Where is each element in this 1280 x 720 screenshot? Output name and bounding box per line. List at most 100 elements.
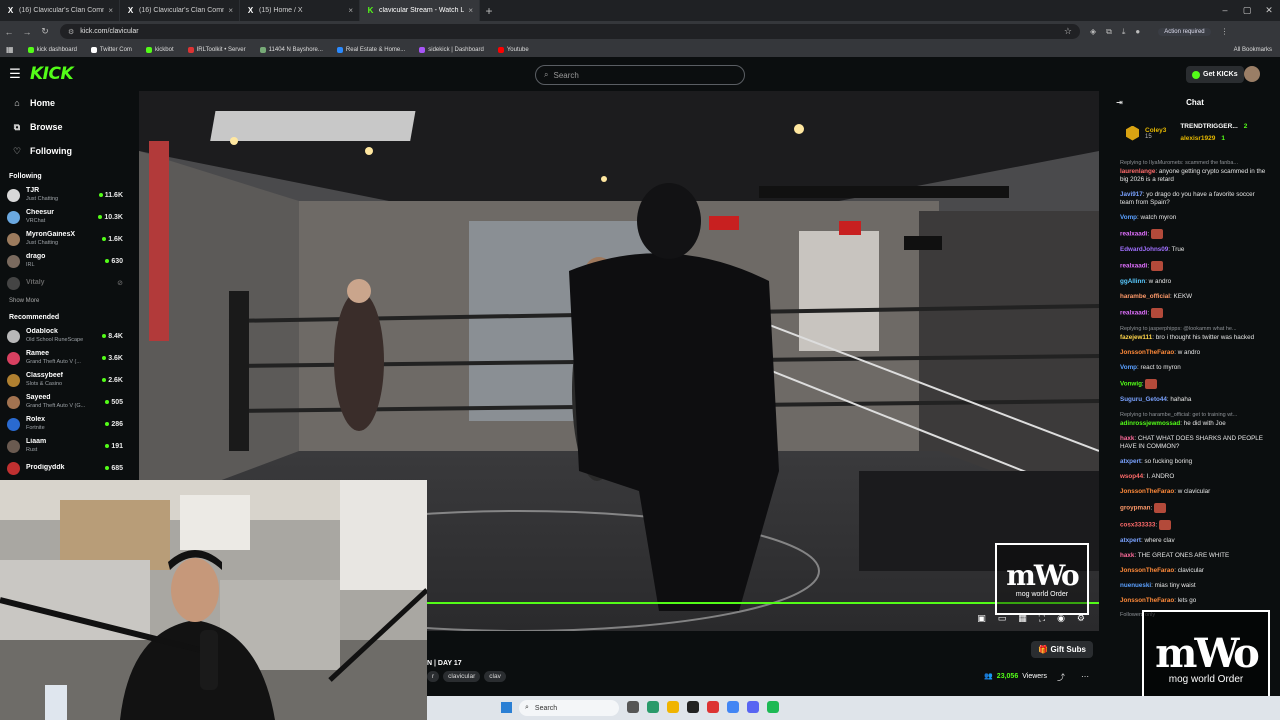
chat-username[interactable]: JonssonTheFarao bbox=[1120, 349, 1174, 356]
show-more-link[interactable]: Show More bbox=[0, 298, 130, 304]
apps-grid-icon[interactable]: ▦ bbox=[6, 45, 14, 54]
close-tab-icon[interactable]: × bbox=[348, 6, 353, 15]
back-icon[interactable]: ← bbox=[0, 27, 18, 37]
sidebar-channel[interactable]: drago IRL 630 bbox=[0, 250, 130, 272]
reload-icon[interactable]: ↻ bbox=[36, 26, 54, 37]
url-bar[interactable]: ⚙ kick.com/clavicular ☆ bbox=[60, 24, 1080, 39]
browser-tab[interactable]: X (16) Clavicular's Clan Communi × bbox=[0, 0, 120, 21]
chat-username[interactable]: realxaadi bbox=[1120, 263, 1147, 270]
menu-icon[interactable]: ☰ bbox=[0, 66, 30, 82]
chat-username[interactable]: atxpert bbox=[1120, 537, 1141, 544]
pip-icon[interactable]: ▣ bbox=[977, 613, 986, 624]
bookmark-item[interactable]: IRLToolkit • Server bbox=[187, 46, 246, 53]
chat-username[interactable]: cosx333333 bbox=[1120, 522, 1155, 529]
close-tab-icon[interactable]: × bbox=[468, 6, 473, 15]
file-explorer-icon[interactable] bbox=[667, 701, 679, 713]
chat-username[interactable]: fazejew111 bbox=[1120, 334, 1152, 341]
app-icon-1[interactable] bbox=[647, 701, 659, 713]
sidebar-channel[interactable]: Cheesur VRChat 10.3K bbox=[0, 206, 130, 228]
forward-icon[interactable]: → bbox=[18, 27, 36, 37]
sidebar-nav-following[interactable]: ♡ Following bbox=[0, 139, 130, 163]
stream-tag[interactable]: clavicular bbox=[443, 671, 481, 682]
chat-username[interactable]: laurenlange bbox=[1120, 168, 1155, 175]
site-info-icon[interactable]: ⚙ bbox=[68, 28, 74, 36]
sidebar-channel[interactable]: TJR Just Chatting 11.6K bbox=[0, 184, 130, 206]
chat-username[interactable]: JonssonTheFarao bbox=[1120, 597, 1174, 604]
chat-username[interactable]: JonssonTheFarao bbox=[1120, 567, 1174, 574]
chat-username[interactable]: EdwardJohns09 bbox=[1120, 246, 1168, 253]
sidebar-channel[interactable]: Rolex Fortnite 286 bbox=[0, 413, 130, 435]
chat-leaderboard[interactable]: Coley3 15 TRENDTRIGGER... 2 alexisr1929 1 bbox=[1110, 113, 1280, 153]
task-view-icon[interactable] bbox=[627, 701, 639, 713]
app-icon-3[interactable] bbox=[707, 701, 719, 713]
sidebar-channel[interactable]: Classybeef Slots & Casino 2.6K bbox=[0, 369, 130, 391]
profile-icon[interactable]: ● bbox=[1135, 27, 1140, 36]
share-icon[interactable]: ⤴ bbox=[1057, 672, 1065, 683]
menu-dots-icon[interactable]: ⋮ bbox=[1221, 27, 1229, 36]
browser-tab[interactable]: Kclavicular Stream - Watch Li × bbox=[360, 0, 480, 21]
collapse-chat-icon[interactable]: ⇥ bbox=[1116, 98, 1123, 107]
sidebar-channel[interactable]: Sayeed Grand Theft Auto V (G... 505 bbox=[0, 391, 130, 413]
sidebar-channel[interactable]: Vitaly ⊘ bbox=[0, 272, 130, 294]
sidebar-nav-browse[interactable]: ⧉ Browse bbox=[0, 115, 130, 139]
chat-username[interactable]: Javi917 bbox=[1120, 191, 1143, 198]
chat-username[interactable]: ggAllinn bbox=[1120, 278, 1145, 285]
chat-username[interactable]: atxpert bbox=[1120, 458, 1141, 465]
bookmark-item[interactable]: kick dashboard bbox=[27, 46, 77, 53]
chat-username[interactable]: groypman bbox=[1120, 505, 1150, 512]
close-window-icon[interactable]: ✕ bbox=[1258, 0, 1280, 21]
chat-username[interactable]: wsop44 bbox=[1120, 473, 1143, 480]
all-bookmarks-link[interactable]: All Bookmarks bbox=[1234, 47, 1272, 53]
new-tab-button[interactable]: + bbox=[480, 4, 498, 18]
gift-subs-button[interactable]: 🎁 Gift Subs bbox=[1031, 641, 1093, 658]
close-tab-icon[interactable]: × bbox=[228, 6, 233, 15]
user-avatar[interactable] bbox=[1244, 66, 1260, 82]
kick-logo[interactable]: KICK bbox=[30, 64, 74, 84]
download-icon[interactable]: ⤓ bbox=[1122, 27, 1126, 37]
chat-username[interactable]: harambe_official bbox=[1120, 293, 1170, 300]
get-kicks-button[interactable]: Get KICKs bbox=[1186, 66, 1244, 83]
taskbar-search[interactable]: ⌕ Search bbox=[519, 700, 619, 716]
browser-tab[interactable]: X (15) Home / X × bbox=[240, 0, 360, 21]
chat-username[interactable]: realxaadi bbox=[1120, 231, 1147, 238]
bookmark-item[interactable]: sidekick | Dashboard bbox=[419, 46, 484, 53]
bookmark-item[interactable]: Youtube bbox=[497, 46, 529, 53]
browser-tab[interactable]: X (16) Clavicular's Clan Communi × bbox=[120, 0, 240, 21]
action-required-button[interactable]: Action required bbox=[1158, 27, 1211, 36]
spotify-icon[interactable] bbox=[767, 701, 779, 713]
chat-username[interactable]: JonssonTheFarao bbox=[1120, 488, 1174, 495]
app-icon-2[interactable] bbox=[687, 701, 699, 713]
chat-username[interactable]: adinrossjewmossad bbox=[1120, 420, 1180, 427]
bookmark-star-icon[interactable]: ☆ bbox=[1064, 26, 1072, 37]
bookmark-item[interactable]: kickbot bbox=[145, 46, 174, 53]
sidebar-channel[interactable]: Ramee Grand Theft Auto V (... 3.6K bbox=[0, 347, 130, 369]
discord-icon[interactable] bbox=[747, 701, 759, 713]
close-tab-icon[interactable]: × bbox=[108, 6, 113, 15]
sidebar-channel[interactable]: Odablock Old School RuneScape 8.4K bbox=[0, 325, 130, 347]
chat-username[interactable]: realxaadi bbox=[1120, 310, 1147, 317]
sidebar-nav-home[interactable]: ⌂ Home bbox=[0, 91, 130, 115]
sidebar-channel[interactable]: MyronGainesX Just Chatting 1.6K bbox=[0, 228, 130, 250]
sidebar-channel[interactable]: Liaam Rust 191 bbox=[0, 435, 130, 457]
windows-start-icon[interactable] bbox=[501, 702, 512, 713]
chrome-icon[interactable] bbox=[727, 701, 739, 713]
bookmark-item[interactable]: Twitter Com bbox=[90, 46, 132, 53]
chat-username[interactable]: Vomp bbox=[1120, 364, 1137, 371]
minimize-icon[interactable]: – bbox=[1214, 0, 1236, 21]
extension-icon[interactable]: ◈ bbox=[1090, 27, 1096, 36]
chat-username[interactable]: haxk bbox=[1120, 435, 1134, 442]
maximize-icon[interactable]: ▢ bbox=[1236, 0, 1258, 21]
chat-username[interactable]: Vomp bbox=[1120, 214, 1137, 221]
search-input[interactable]: ⌕ Search bbox=[535, 65, 745, 85]
puzzle-icon[interactable]: ⧉ bbox=[1106, 27, 1112, 37]
chat-username[interactable]: haxk bbox=[1120, 552, 1134, 559]
more-options-icon[interactable]: ⋯ bbox=[1081, 672, 1089, 683]
bookmark-item[interactable]: Real Estate & Home... bbox=[336, 46, 405, 53]
bookmark-item[interactable]: 11404 N Bayshore... bbox=[259, 46, 323, 53]
sidebar-channel[interactable]: Prodigyddk 685 bbox=[0, 457, 130, 479]
chat-username[interactable]: Vonwig bbox=[1120, 381, 1142, 388]
chat-username[interactable]: Suguru_Geto44 bbox=[1120, 396, 1167, 403]
stream-tag[interactable]: r bbox=[427, 671, 440, 682]
chat-username[interactable]: nuenueski bbox=[1120, 582, 1151, 589]
stream-tag[interactable]: clav bbox=[484, 671, 506, 682]
